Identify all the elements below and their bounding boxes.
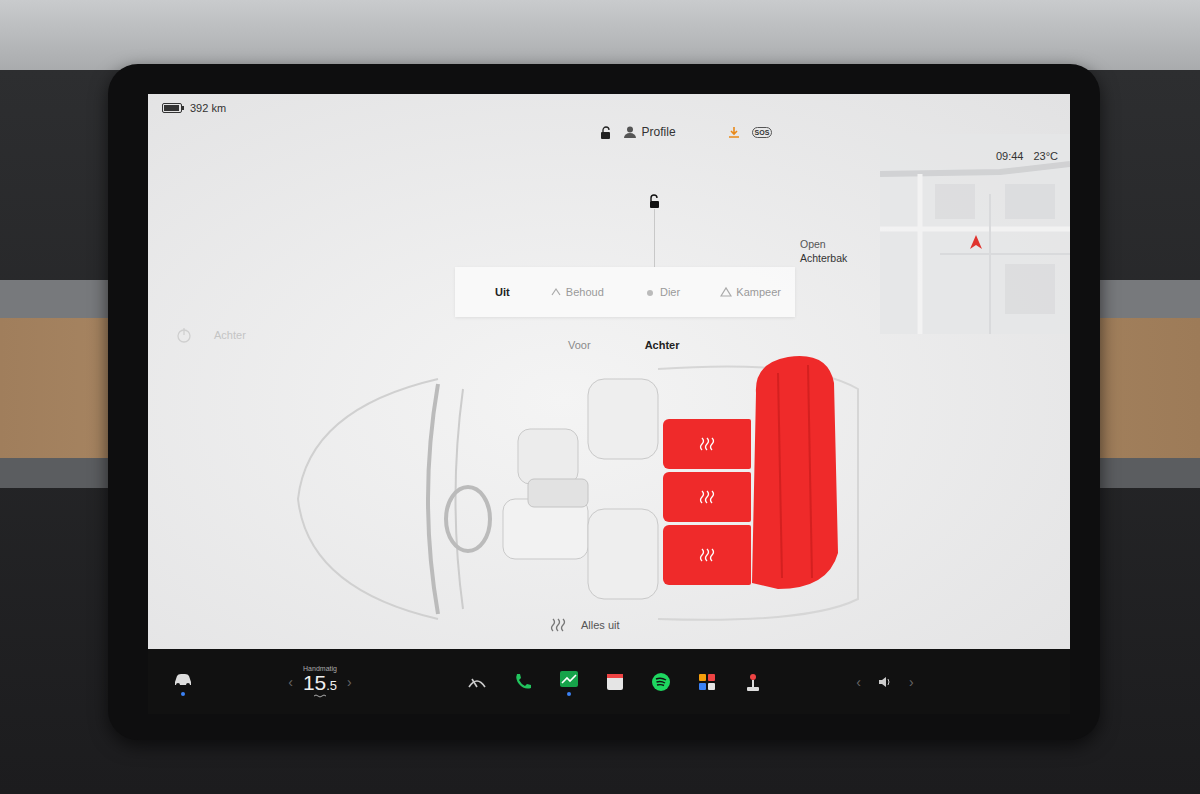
download-icon[interactable] [728,126,740,138]
spotify-button[interactable] [641,662,681,702]
trunk-label[interactable]: Achterbak [800,251,847,265]
joystick-button[interactable] [733,662,773,702]
seat-heat-icon [699,436,716,452]
spotify-icon [650,671,672,693]
person-icon [624,126,636,138]
all-off-label[interactable]: Alles uit [581,619,620,631]
unlocked-icon[interactable] [600,126,612,139]
zone-label[interactable]: Achter [645,339,680,351]
mode-icon [550,286,562,298]
map[interactable] [880,134,1070,334]
status-bar: 392 km Profile SOS 09:44 23°C [148,94,1070,169]
volume-down-button[interactable]: ‹ [854,672,863,692]
mode-button[interactable]: Kampeer [716,280,785,304]
mode-button[interactable]: Uit [491,280,514,304]
joystick-icon [742,671,764,693]
mode-button[interactable]: Dier [640,280,684,304]
sos-label[interactable]: SOS [752,127,773,138]
phone-icon [512,671,534,693]
mode-label[interactable]: Dier [660,286,680,298]
mode-icon [644,286,656,298]
outside-temperature: 23°C [1033,150,1058,162]
fan-icon [313,693,327,699]
active-dot [567,692,571,696]
wiper-icon [466,671,488,693]
navigation-arrow-icon [969,234,983,250]
seat-zone-tabs: Voor Achter [566,335,681,355]
mode-label[interactable]: Uit [495,286,510,298]
rear-seats [663,419,751,585]
climate-mode-label: Handmatig [303,665,337,672]
range-label: 392 km [190,102,226,114]
seat-heat-icon [550,617,567,633]
dock: ‹Handmatig15.5›‹› [148,649,1070,714]
temp-down-button[interactable]: ‹ [286,672,295,692]
calendar-button[interactable] [595,662,635,702]
climate-mode-bar: Uit Behoud Dier Kampeer [455,267,795,317]
mode-icon [720,286,732,298]
battery-icon [162,103,184,113]
rear-seat-heater[interactable] [663,472,751,522]
seat-heat-icon [699,547,716,563]
touchscreen: 392 kmProfileSOS09:4423°COpenAchterbakUi… [108,64,1100,740]
apps-icon [696,671,718,693]
power-icon [176,327,192,343]
rear-seat-back [748,353,850,591]
trunk-label[interactable]: Open [800,237,847,251]
mode-button[interactable]: Behoud [546,280,608,304]
trunk-lock-icon[interactable] [648,194,661,208]
energy-chart-button[interactable] [549,662,589,702]
active-dot [181,692,185,696]
zone-tab[interactable]: Achter [643,335,682,355]
sos-button[interactable]: SOS [752,127,773,138]
profile-label[interactable]: Profile [642,125,676,139]
volume-control[interactable]: ‹› [845,672,925,692]
energy-chart-icon [558,668,580,690]
all-off-button[interactable]: Alles uit [550,617,620,633]
temperature-control[interactable]: ‹ Handmatig15.5 › [255,665,385,699]
calendar-icon [604,671,626,693]
clock: 09:44 [996,150,1024,162]
temperature-value: 15 [303,671,326,694]
seat-heat-icon [699,489,716,505]
rear-defrost-button[interactable]: Achter [176,327,246,343]
rear-seat-heater[interactable] [663,419,751,469]
volume-up-button[interactable]: › [907,672,916,692]
speaker-icon [877,674,893,690]
map-tiles[interactable] [880,134,1070,334]
open-trunk-button[interactable]: OpenAchterbak [800,237,847,265]
wiper-button[interactable] [457,662,497,702]
temperature-decimal: .5 [326,678,337,693]
apps-button[interactable] [687,662,727,702]
mode-label[interactable]: Kampeer [736,286,781,298]
side-label[interactable]: Achter [214,329,246,341]
car-icon [172,668,194,690]
profile-button[interactable]: Profile [624,125,676,139]
mode-label[interactable]: Behoud [566,286,604,298]
temp-up-button[interactable]: › [345,672,354,692]
zone-label[interactable]: Voor [568,339,591,351]
phone-button[interactable] [503,662,543,702]
zone-tab[interactable]: Voor [566,335,593,355]
rear-seat-heater[interactable] [663,525,751,585]
car-button[interactable] [163,662,203,702]
